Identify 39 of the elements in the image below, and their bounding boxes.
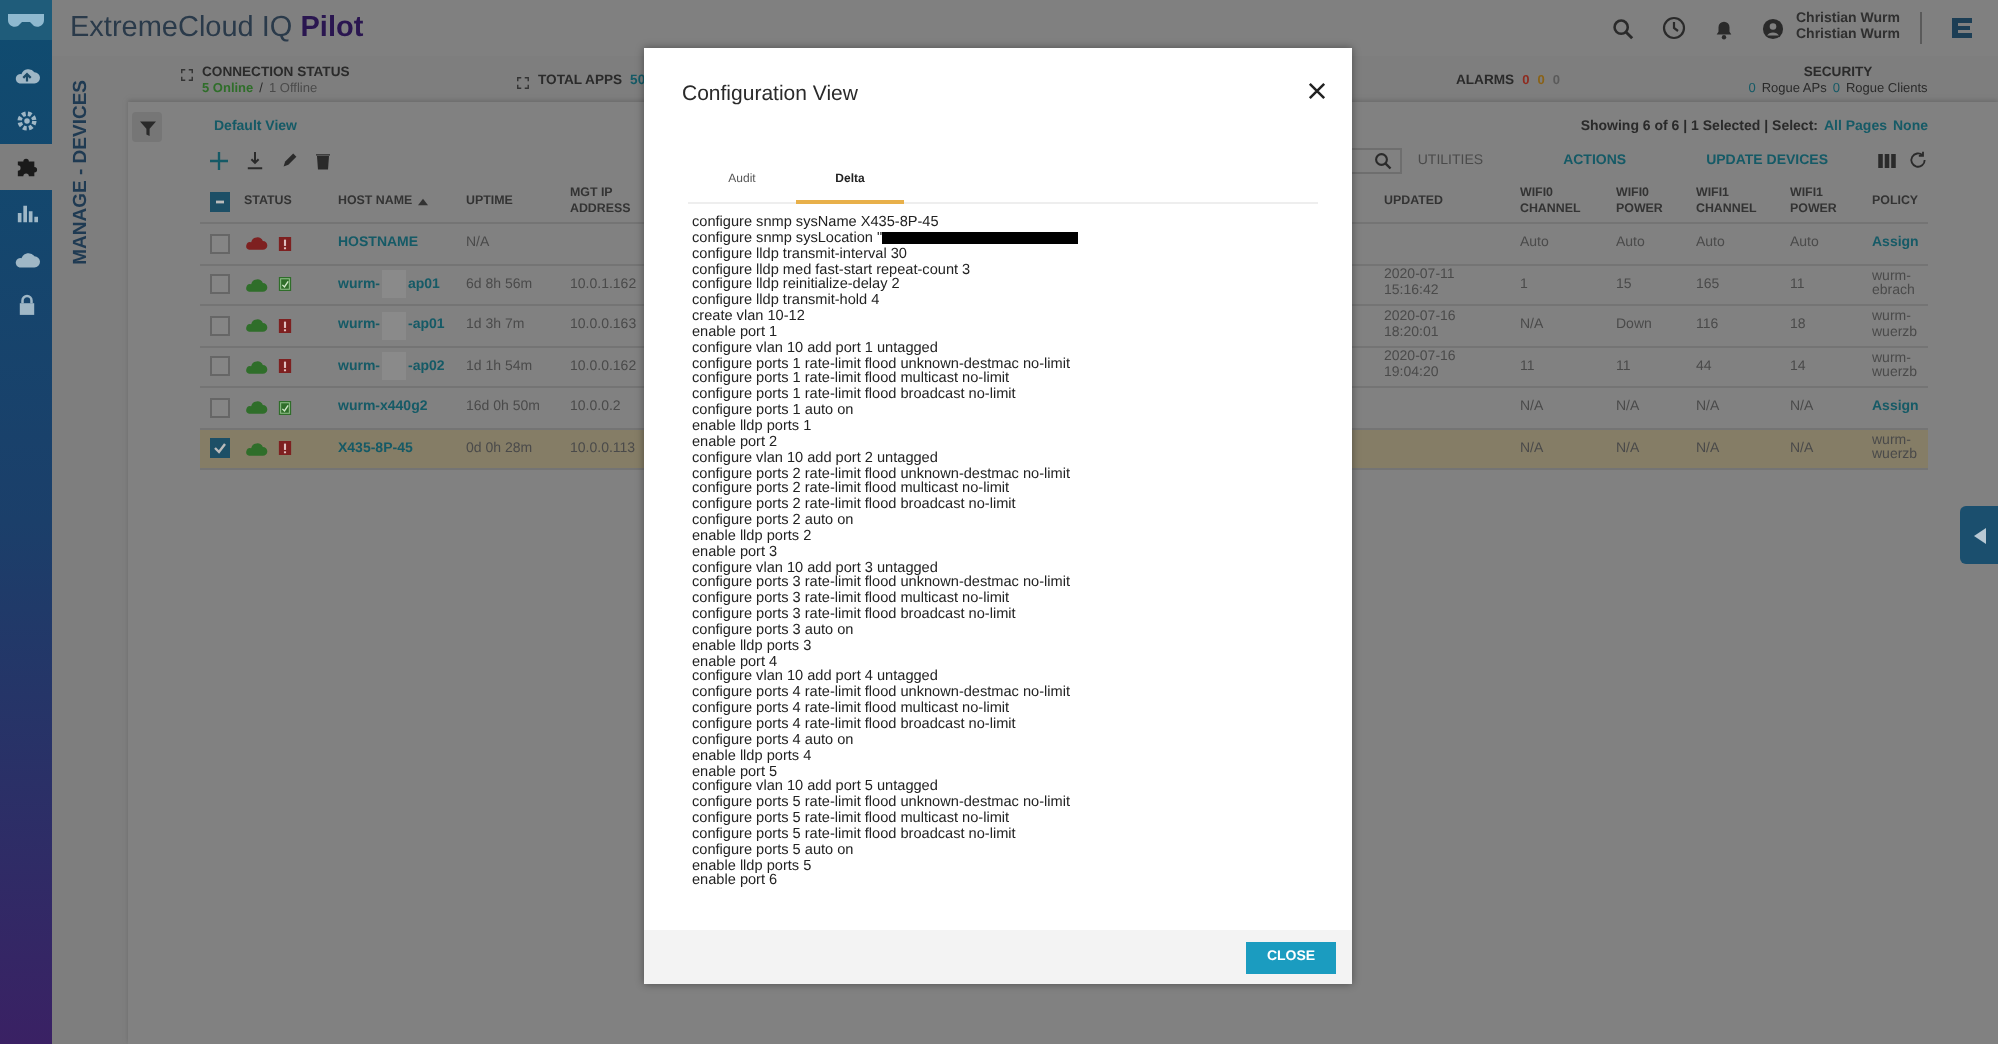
select-all-checkbox[interactable]	[210, 191, 230, 211]
lock-icon	[17, 294, 35, 316]
cloud-upload-icon	[13, 65, 39, 85]
brand-logo-icon	[1950, 16, 1974, 40]
search-icon	[1373, 151, 1392, 169]
gear-icon	[15, 110, 37, 132]
row-checkbox[interactable]	[210, 438, 230, 459]
app-title: ExtremeCloud IQ Pilot	[70, 12, 364, 44]
trash-icon[interactable]	[316, 151, 330, 169]
columns-icon[interactable]	[1878, 153, 1896, 167]
row-checkbox[interactable]	[210, 233, 230, 254]
pencil-icon[interactable]	[282, 152, 298, 168]
check-icon	[212, 440, 228, 457]
expand-icon[interactable]	[516, 75, 530, 89]
row-checkbox[interactable]	[210, 397, 230, 418]
bell-icon[interactable]	[1714, 17, 1734, 39]
bar-chart-icon	[15, 202, 37, 224]
cloud-icon	[13, 249, 39, 269]
clock-icon[interactable]	[1662, 16, 1686, 40]
add-icon[interactable]	[210, 151, 228, 169]
sort-icon[interactable]	[418, 197, 429, 205]
dialog-title: Configuration View	[682, 82, 858, 106]
download-icon[interactable]	[246, 151, 264, 169]
caret-icon	[1973, 527, 1985, 543]
filter-button[interactable]	[132, 112, 162, 142]
row-checkbox[interactable]	[210, 315, 230, 336]
row-checkbox[interactable]	[210, 274, 230, 295]
filter-icon	[139, 119, 155, 135]
logo-icon	[0, 0, 52, 40]
expand-icon[interactable]	[180, 68, 194, 82]
puzzle-nav-item[interactable]	[0, 144, 52, 190]
page-title: MANAGE - DEVICES	[70, 80, 94, 265]
refresh-icon[interactable]	[1908, 150, 1928, 170]
close-icon[interactable]	[1308, 82, 1326, 100]
row-checkbox[interactable]	[210, 356, 230, 377]
user-icon[interactable]	[1762, 17, 1784, 39]
side-panel-tab[interactable]	[1960, 506, 1998, 564]
search-icon[interactable]	[1612, 17, 1634, 39]
puzzle-icon	[15, 156, 37, 178]
